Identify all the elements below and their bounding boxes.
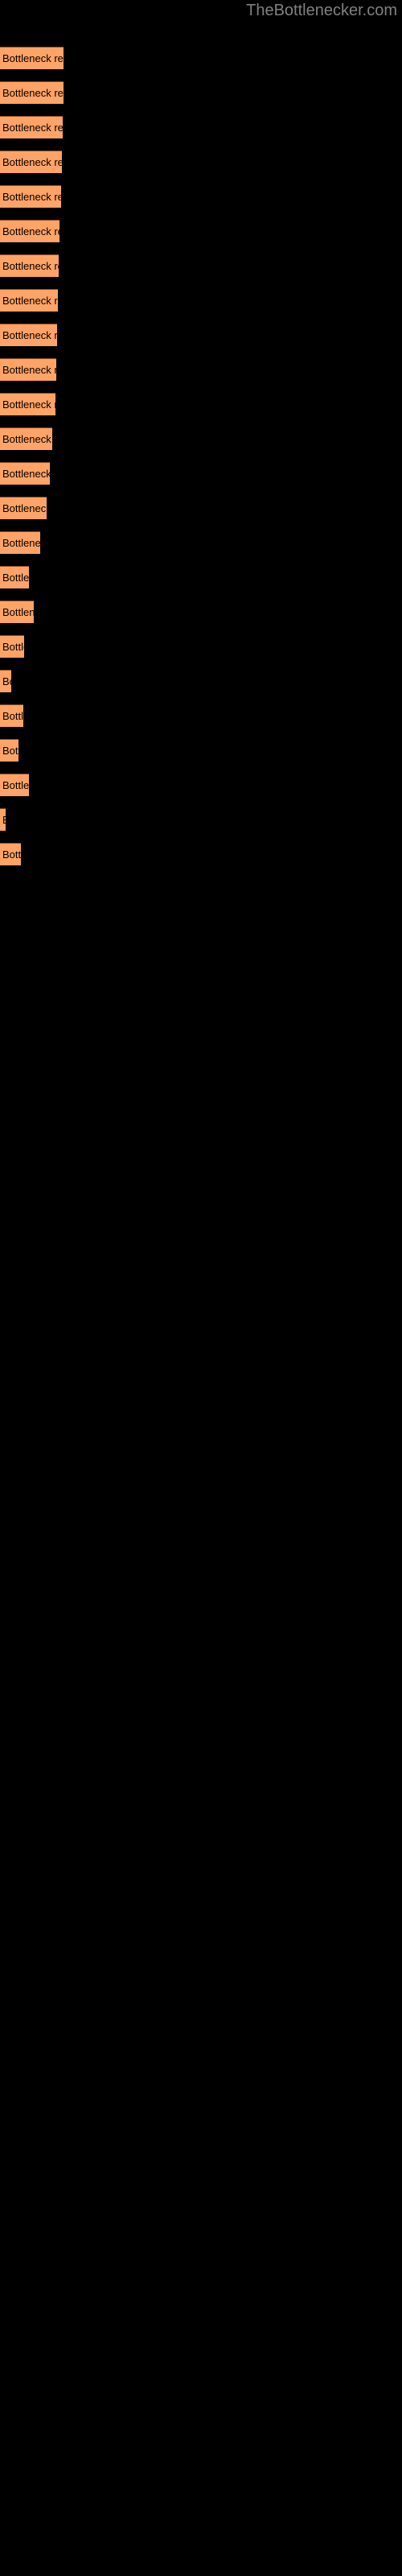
chart-bar[interactable]: Bottleneck result [0, 704, 23, 727]
bottleneck-bar-chart: Bottleneck result Bottleneck result Bottle… [0, 0, 402, 2576]
chart-bar[interactable]: Bottleneck result [0, 358, 56, 381]
bar-label: Bottleneck result [2, 502, 47, 514]
bar-label: Bottleneck result [2, 156, 62, 168]
bar-label: Bottleneck result [2, 848, 21, 861]
bar-label: Bottleneck result [2, 641, 24, 653]
chart-bar[interactable]: Bottleneck result [0, 462, 50, 485]
bar-label: Bottleneck result [2, 468, 50, 480]
chart-bar[interactable]: Bottleneck result [0, 843, 21, 865]
bar-label: Bottleneck result [2, 122, 63, 134]
chart-bar[interactable]: Bottleneck result [0, 289, 58, 312]
bar-label: Bottleneck result [2, 537, 40, 549]
bar-label: Bottleneck result [2, 191, 61, 203]
chart-bar[interactable]: Bottleneck result [0, 47, 64, 69]
chart-bar[interactable]: Bottleneck result [0, 254, 59, 277]
bar-label: Bottleneck result [2, 295, 58, 307]
chart-bar[interactable]: Bottleneck result [0, 739, 18, 762]
bar-label: Bottleneck result [2, 225, 59, 237]
chart-bar[interactable]: Bottleneck result [0, 185, 61, 208]
bar-label: Bottleneck result [2, 87, 64, 99]
bar-label: Bottleneck result [2, 812, 6, 828]
bar-label: Bottleneck result [2, 779, 29, 791]
bar-label: Bottleneck result [2, 329, 57, 341]
bar-label: Bottleneck result [2, 260, 59, 272]
bar-label: Bottleneck result [2, 364, 56, 376]
chart-bar[interactable]: Bottleneck result [0, 324, 57, 346]
bar-label: Bottleneck result [2, 52, 64, 64]
bar-label: Bottleneck result [2, 572, 29, 584]
bar-label: Bottleneck result [2, 675, 11, 687]
chart-bar[interactable]: Bottleneck result [0, 670, 11, 692]
chart-bar[interactable]: Bottleneck result [0, 635, 24, 658]
bar-label: Bottleneck result [2, 433, 52, 445]
chart-bar[interactable]: Bottleneck result [0, 774, 29, 796]
chart-bar[interactable]: Bottleneck result [0, 566, 29, 588]
chart-bar[interactable]: Bottleneck result [0, 427, 52, 450]
chart-bar[interactable]: Bottleneck result [0, 808, 6, 831]
bar-label: Bottleneck result [2, 606, 34, 618]
bar-label: Bottleneck result [2, 710, 23, 722]
chart-bar[interactable]: Bottleneck result [0, 393, 55, 415]
chart-bar[interactable]: Bottleneck result [0, 151, 62, 173]
bar-label: Bottleneck result [2, 398, 55, 411]
chart-bar[interactable]: Bottleneck result [0, 601, 34, 623]
chart-bar[interactable]: Bottleneck result [0, 220, 59, 242]
chart-bar[interactable]: Bottleneck result [0, 81, 64, 104]
chart-bar[interactable]: Bottleneck result [0, 497, 47, 519]
bar-label: Bottleneck result [2, 745, 18, 757]
chart-bar[interactable]: Bottleneck result [0, 531, 40, 554]
chart-bar[interactable]: Bottleneck result [0, 116, 63, 138]
